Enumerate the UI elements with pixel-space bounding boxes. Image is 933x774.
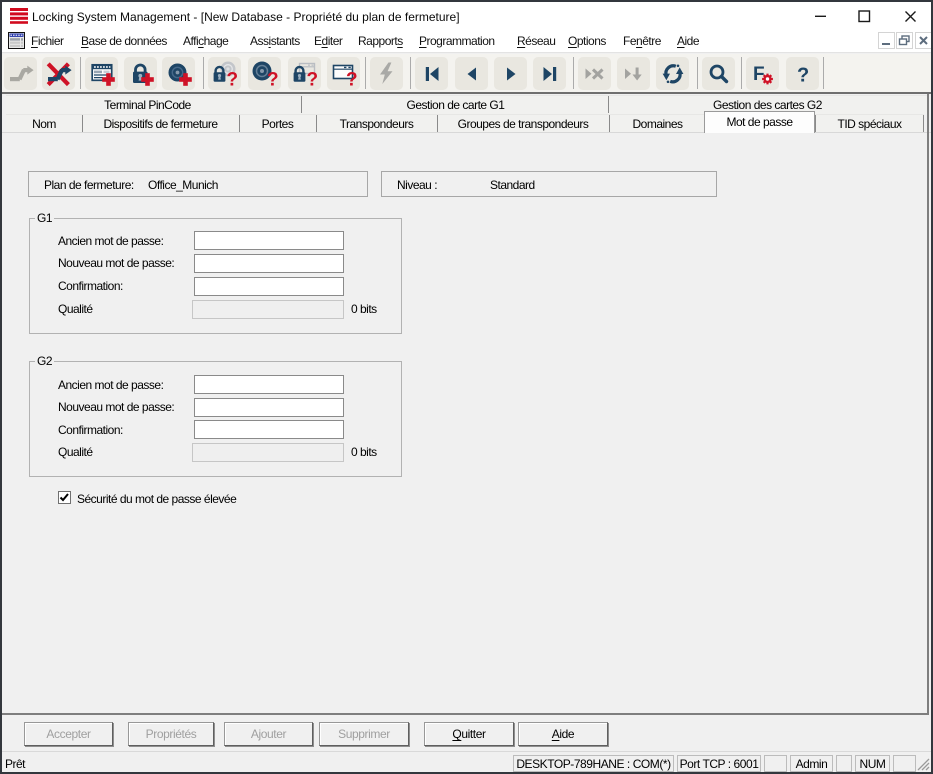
svg-text:?: ? bbox=[346, 69, 358, 88]
svg-text:?: ? bbox=[267, 69, 279, 88]
svg-text:?: ? bbox=[306, 69, 318, 88]
svg-text:?: ? bbox=[226, 69, 238, 88]
svg-text:F: F bbox=[753, 64, 765, 85]
svg-text:?: ? bbox=[797, 64, 809, 86]
